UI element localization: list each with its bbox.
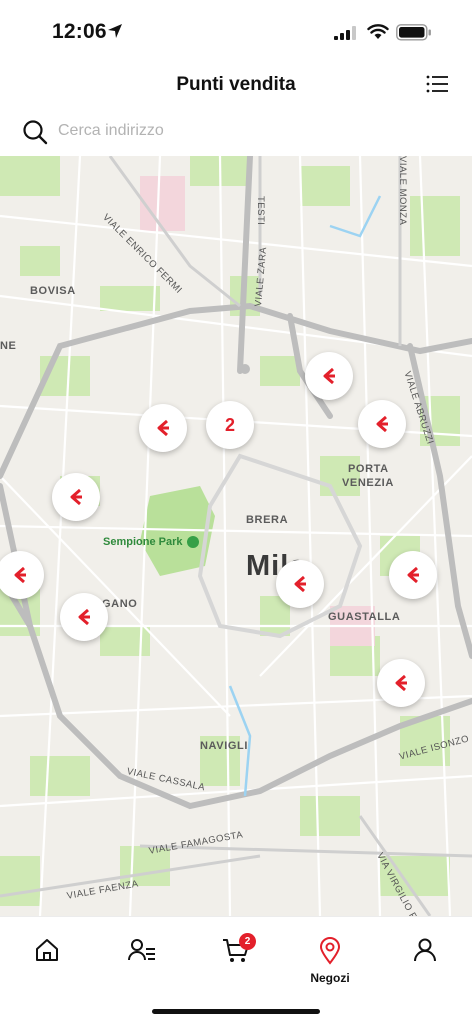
tab-profile[interactable] — [390, 937, 460, 997]
cart-badge: 2 — [239, 933, 256, 950]
store-pin[interactable] — [305, 352, 353, 400]
store-pin[interactable] — [52, 473, 100, 521]
brand-logo-icon — [407, 566, 419, 584]
tab-stores-label: Negozi — [310, 971, 350, 985]
brand-logo-icon — [70, 488, 82, 506]
area-label: BRERA — [246, 514, 289, 526]
signal-icon — [334, 26, 356, 40]
header: Punti vendita — [0, 62, 472, 108]
area-label: GANO — [102, 598, 138, 610]
tab-list[interactable] — [107, 937, 177, 997]
search-icon — [23, 120, 48, 145]
user-list-icon — [128, 939, 155, 961]
brand-logo-icon — [14, 566, 26, 584]
brand-logo-icon — [157, 419, 169, 437]
road-label: VIALE MONZA — [397, 156, 408, 226]
battery-icon — [396, 24, 431, 41]
store-pin[interactable] — [389, 551, 437, 599]
tab-stores[interactable]: Negozi — [295, 937, 365, 997]
home-icon — [36, 939, 58, 961]
brand-logo-icon — [395, 674, 407, 692]
map-base — [0, 156, 472, 916]
cluster-count: 2 — [224, 414, 235, 435]
store-cluster-pin[interactable]: 2 — [206, 401, 254, 449]
brand-logo-icon — [294, 575, 306, 593]
tab-home[interactable] — [12, 937, 82, 997]
area-label: BOVISA — [30, 285, 76, 297]
tab-cart[interactable]: 2 — [201, 933, 271, 997]
brand-logo-icon — [323, 367, 335, 385]
location-pin-icon — [319, 937, 341, 965]
list-menu-icon — [426, 75, 448, 93]
area-label: PORTA — [348, 463, 389, 475]
store-pin[interactable] — [358, 400, 406, 448]
area-label: NE — [0, 340, 17, 352]
status-time: 12:06 — [52, 20, 107, 43]
search-bar — [0, 108, 472, 156]
store-pin[interactable] — [377, 659, 425, 707]
area-label: GUASTALLA — [328, 611, 401, 623]
store-map[interactable]: BOVISA NE BRERA PORTA VENEZIA GUASTALLA … — [0, 156, 472, 916]
brand-logo-icon — [78, 608, 90, 626]
list-view-button[interactable] — [420, 70, 452, 98]
status-bar: 12:06 — [0, 0, 472, 62]
store-pin[interactable] — [139, 404, 187, 452]
area-label: VENEZIA — [342, 477, 394, 489]
road-label: TESTI — [255, 196, 266, 226]
page-title: Punti vendita — [176, 74, 296, 95]
search-input[interactable] — [58, 116, 448, 146]
area-label: NAVIGLI — [200, 740, 248, 752]
park-label: Sempione Park — [103, 536, 183, 548]
store-pin[interactable] — [60, 593, 108, 641]
location-arrow-icon — [108, 24, 122, 38]
home-indicator — [152, 1009, 320, 1014]
store-pin[interactable] — [276, 560, 324, 608]
park-icon — [187, 536, 199, 548]
wifi-icon — [367, 24, 389, 39]
brand-logo-icon — [376, 415, 388, 433]
user-icon — [414, 938, 436, 962]
